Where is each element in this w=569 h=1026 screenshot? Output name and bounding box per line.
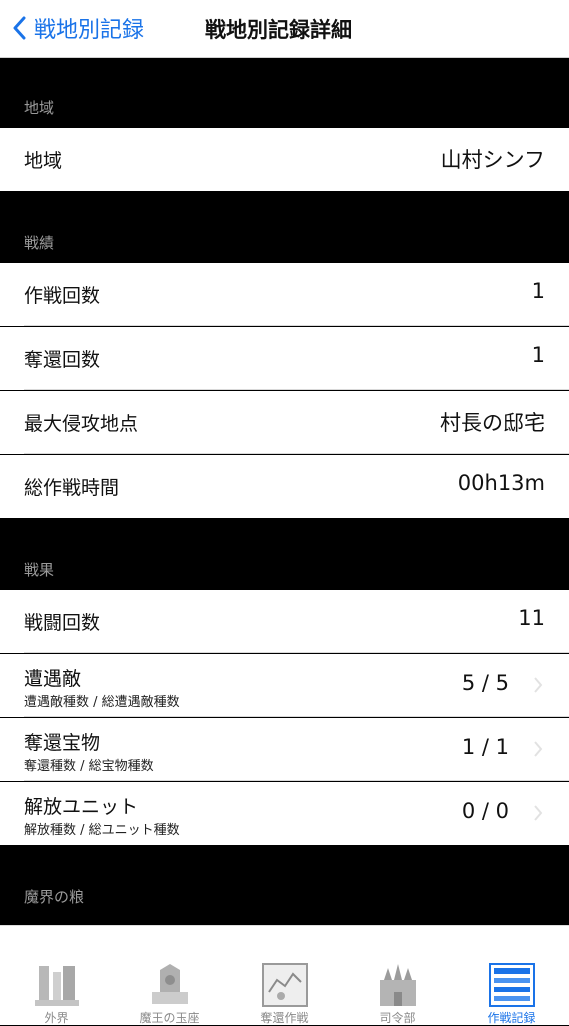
row-label: 奪還回数 <box>24 349 101 371</box>
back-label: 戦地別記録 <box>34 18 145 43</box>
tab-throne[interactable]: 魔王の玉座 <box>113 926 226 1025</box>
row-sublabel: 遭遇敵種数 / 総遭遇敵種数 <box>24 695 180 710</box>
row-value: 1 / 1 <box>461 735 509 759</box>
records-icon <box>488 963 535 1007</box>
chevron-right-icon <box>534 805 543 821</box>
row-divider <box>24 453 569 454</box>
row-value: 11 <box>518 606 545 630</box>
tab-headquarters[interactable]: 司令部 <box>341 926 454 1025</box>
chevron-right-icon <box>534 741 543 757</box>
row-value: 5 / 5 <box>461 671 509 695</box>
row-divider <box>24 389 569 390</box>
page-title: 戦地別記録詳細 <box>205 18 352 42</box>
row-value: 00h13m <box>457 471 545 495</box>
list-item-encountered-enemies[interactable]: 遭遇敵 遭遇敵種数 / 総遭遇敵種数 5 / 5 <box>0 654 569 717</box>
tab-label: 外界 <box>44 1011 69 1025</box>
section-header-demon-world: 魔界の粮 <box>0 845 569 925</box>
navigation-bar: 戦地別記録 戦地別記録詳細 <box>0 0 569 58</box>
tab-recapture-operation[interactable]: 奪還作戦 <box>228 926 341 1025</box>
tab-label: 司令部 <box>379 1011 416 1025</box>
section-header-record: 戦績 <box>0 191 569 263</box>
throne-icon <box>151 964 188 1004</box>
row-value: 山村シンフ <box>440 148 545 172</box>
row-label: 作戦回数 <box>24 285 101 307</box>
row-sublabel: 奪還種数 / 総宝物種数 <box>24 759 154 774</box>
tab-operation-records[interactable]: 作戦記録 <box>455 926 568 1025</box>
row-sublabel: 解放種数 / 総ユニット種数 <box>24 823 180 838</box>
list-item-recovered-treasures[interactable]: 奪還宝物 奪還種数 / 総宝物種数 1 / 1 <box>0 718 569 781</box>
row-divider <box>24 652 569 653</box>
row-divider <box>24 325 569 326</box>
row-label: 奪還宝物 <box>24 732 101 754</box>
row-label: 地域 <box>24 150 63 172</box>
list-item: 最大侵攻地点 村長の邸宅 <box>0 391 569 454</box>
row-divider <box>24 716 569 717</box>
section-header-results: 戦果 <box>0 518 569 590</box>
chevron-right-icon <box>534 677 543 693</box>
list-item-released-units[interactable]: 解放ユニット 解放種数 / 総ユニット種数 0 / 0 <box>0 782 569 845</box>
back-button[interactable]: 戦地別記録 <box>12 10 144 46</box>
row-label: 最大侵攻地点 <box>24 413 139 435</box>
row-value: 1 <box>531 279 545 303</box>
row-value: 0 / 0 <box>461 799 509 823</box>
tab-label: 魔王の玉座 <box>139 1011 200 1025</box>
list-item: 作戦回数 1 <box>0 263 569 326</box>
map-icon <box>261 963 308 1007</box>
tab-outer-world[interactable]: 外界 <box>0 926 113 1025</box>
headquarters-icon <box>379 964 416 1006</box>
list-item: 総作戦時間 00h13m <box>0 455 569 518</box>
list-item: 戦闘回数 11 <box>0 590 569 653</box>
tab-label: 奪還作戦 <box>260 1011 309 1025</box>
row-value: 村長の邸宅 <box>440 411 545 435</box>
row-divider <box>24 780 569 781</box>
chevron-left-icon <box>13 16 26 40</box>
row-value: 1 <box>531 343 545 367</box>
outer-world-icon <box>34 966 79 1006</box>
section-header-region: 地域 <box>0 58 569 128</box>
tab-label: 作戦記録 <box>487 1011 536 1025</box>
row-label: 解放ユニット <box>24 796 139 818</box>
list-item: 地域 山村シンフ <box>0 128 569 191</box>
tab-bar: 外界 魔王の玉座 奪還作戦 司令部 作戦記録 <box>0 925 569 1025</box>
row-label: 総作戦時間 <box>24 477 120 499</box>
row-label: 戦闘回数 <box>24 612 101 634</box>
list-item: 奪還回数 1 <box>0 327 569 390</box>
row-label: 遭遇敵 <box>24 668 82 690</box>
